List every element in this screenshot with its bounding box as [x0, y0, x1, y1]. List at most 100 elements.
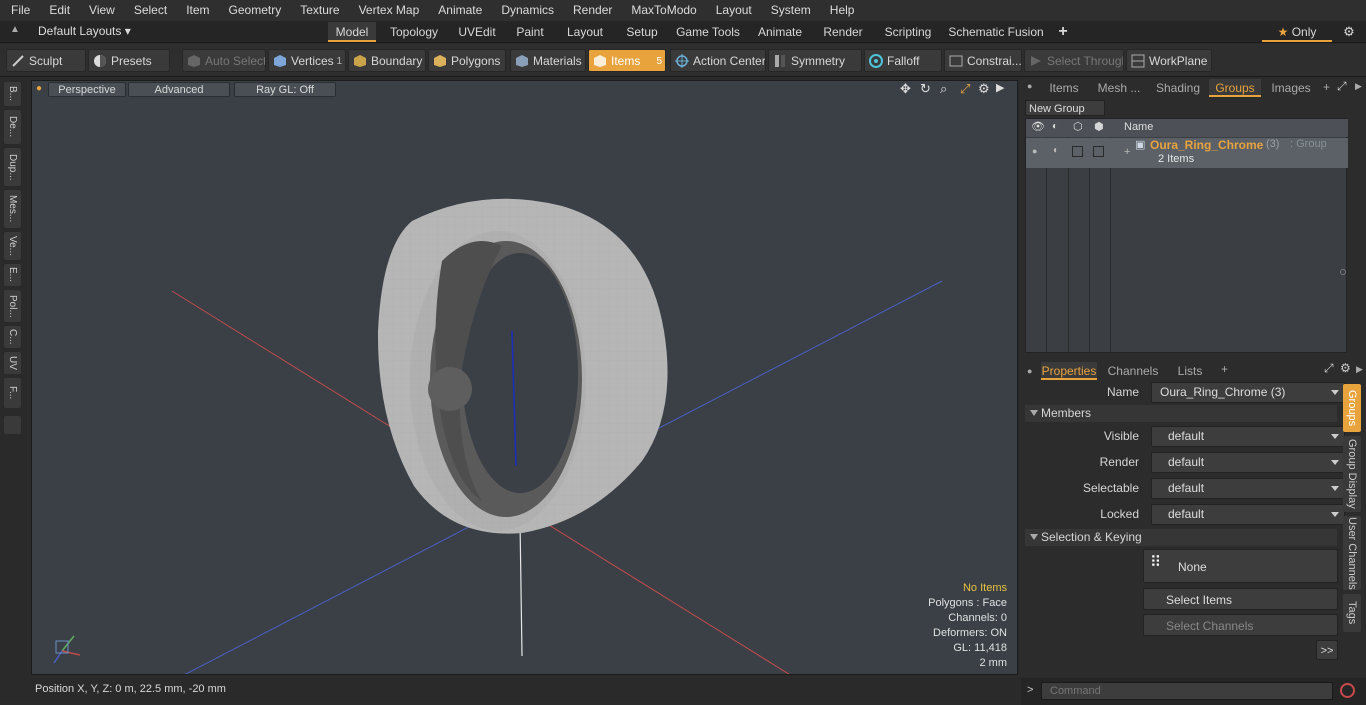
- menu-animate[interactable]: Animate: [427, 0, 490, 21]
- only-toggle[interactable]: ★ Only: [1262, 22, 1332, 42]
- menu-render[interactable]: Render: [562, 0, 620, 21]
- visible-dropdown[interactable]: default: [1151, 426, 1345, 447]
- add-tab-button[interactable]: +: [1052, 22, 1074, 42]
- add-panel-tab-icon[interactable]: +: [1323, 80, 1330, 94]
- tab-uvedit[interactable]: UVEdit: [452, 22, 502, 42]
- side-tab-tags[interactable]: Tags: [1343, 594, 1361, 632]
- new-group-button[interactable]: New Group: [1025, 100, 1105, 116]
- locked-dropdown[interactable]: default: [1151, 504, 1345, 525]
- row-render-icon[interactable]: ◐: [1053, 145, 1059, 156]
- tab-animate[interactable]: Animate: [750, 22, 810, 42]
- eye-icon[interactable]: 👁: [1031, 120, 1045, 133]
- left-tab-collapse[interactable]: [4, 416, 21, 434]
- left-tab-curve[interactable]: C...: [4, 326, 21, 348]
- keying-none-button[interactable]: ⠿ None: [1143, 549, 1338, 583]
- menu-file[interactable]: File: [0, 0, 38, 21]
- select-channels-button[interactable]: Select Channels: [1143, 614, 1338, 636]
- row-lock-checkbox[interactable]: [1072, 146, 1083, 157]
- left-tab-duplicate[interactable]: Dup...: [4, 148, 21, 186]
- tab-schematic-fusion[interactable]: Schematic Fusion: [946, 22, 1046, 42]
- tab-properties[interactable]: Properties: [1041, 362, 1097, 380]
- menu-dynamics[interactable]: Dynamics: [490, 0, 562, 21]
- constraints-button[interactable]: Constrai...: [944, 49, 1022, 72]
- auto-select-button[interactable]: Auto Select: [182, 49, 266, 72]
- tab-mesh[interactable]: Mesh ...: [1093, 79, 1145, 97]
- layout-dropdown[interactable]: Default Layouts ▾: [38, 24, 131, 38]
- tab-items[interactable]: Items: [1043, 79, 1085, 97]
- expand-props-icon[interactable]: ⤢: [1324, 361, 1334, 376]
- tab-lists[interactable]: Lists: [1169, 362, 1211, 380]
- up-arrow-icon[interactable]: ▲: [10, 24, 20, 35]
- props-gear-icon[interactable]: ⚙: [1340, 361, 1351, 375]
- tab-shading[interactable]: Shading: [1153, 79, 1203, 97]
- tab-render[interactable]: Render: [816, 22, 870, 42]
- name-column-header[interactable]: Name: [1124, 121, 1153, 133]
- menu-vertex-map[interactable]: Vertex Map: [348, 0, 428, 21]
- props-menu-icon[interactable]: ●: [1027, 366, 1032, 376]
- menu-system[interactable]: System: [760, 0, 819, 21]
- tab-channels[interactable]: Channels: [1105, 362, 1161, 380]
- select-items-button[interactable]: Select Items: [1143, 588, 1338, 610]
- vertices-button[interactable]: Vertices 1: [268, 49, 346, 72]
- menu-maxtomodo[interactable]: MaxToModo: [620, 0, 704, 21]
- side-tab-groups[interactable]: Groups: [1343, 384, 1361, 432]
- members-section[interactable]: Members: [1025, 405, 1337, 422]
- tab-topology[interactable]: Topology: [382, 22, 446, 42]
- workplane-button[interactable]: WorkPlane: [1126, 49, 1212, 72]
- menu-select[interactable]: Select: [123, 0, 175, 21]
- tab-scripting[interactable]: Scripting: [876, 22, 940, 42]
- materials-button[interactable]: Materials: [510, 49, 586, 72]
- add-props-tab-icon[interactable]: +: [1221, 362, 1228, 376]
- menu-layout[interactable]: Layout: [705, 0, 760, 21]
- lock-cube-icon[interactable]: ⬡: [1073, 120, 1083, 133]
- command-input[interactable]: [1041, 682, 1333, 700]
- left-tab-fusion[interactable]: F...: [4, 378, 21, 408]
- row-select-checkbox[interactable]: [1093, 146, 1104, 157]
- tab-model[interactable]: Model: [328, 22, 376, 42]
- menu-geometry[interactable]: Geometry: [218, 0, 290, 21]
- menu-texture[interactable]: Texture: [289, 0, 347, 21]
- more-button[interactable]: >>: [1316, 640, 1338, 660]
- selectable-dropdown[interactable]: default: [1151, 478, 1345, 499]
- left-tab-edge[interactable]: E...: [4, 264, 21, 286]
- side-tab-user-channels[interactable]: User Channels: [1343, 516, 1361, 590]
- props-arrow-icon[interactable]: ▶: [1356, 364, 1363, 375]
- group-row[interactable]: ● ◐ + ▣ Oura_Ring_Chrome (3) : Group 2 I…: [1026, 138, 1348, 168]
- menu-item[interactable]: Item: [175, 0, 217, 21]
- tab-setup[interactable]: Setup: [618, 22, 666, 42]
- menu-edit[interactable]: Edit: [38, 0, 78, 21]
- record-icon[interactable]: [1340, 683, 1355, 698]
- row-eye-icon[interactable]: ●: [1032, 146, 1037, 156]
- panel-menu-icon[interactable]: ●: [1027, 81, 1032, 91]
- left-tab-uv[interactable]: UV: [4, 352, 21, 374]
- select-through-button[interactable]: Select Through: [1024, 49, 1124, 72]
- tab-images[interactable]: Images: [1267, 79, 1315, 97]
- selection-keying-section[interactable]: Selection & Keying: [1025, 529, 1337, 546]
- left-tab-polygon[interactable]: Pol...: [4, 290, 21, 322]
- symmetry-button[interactable]: Symmetry: [768, 49, 862, 72]
- left-tab-basic[interactable]: B...: [4, 82, 21, 106]
- 3d-viewport[interactable]: ● Perspective Advanced Ray GL: Off ✥ ↻ ⌕…: [31, 80, 1018, 675]
- select-cube-icon[interactable]: ⬢: [1094, 120, 1104, 133]
- boundary-button[interactable]: Boundary: [348, 49, 426, 72]
- name-input[interactable]: Oura_Ring_Chrome (3): [1151, 382, 1345, 403]
- polygons-button[interactable]: Polygons: [428, 49, 506, 72]
- left-tab-mesh[interactable]: Mes...: [4, 190, 21, 228]
- menu-help[interactable]: Help: [819, 0, 863, 21]
- items-button[interactable]: Items 5: [588, 49, 666, 72]
- panel-arrow-icon[interactable]: ▶: [1355, 81, 1362, 92]
- menu-view[interactable]: View: [78, 0, 123, 21]
- tab-layout[interactable]: Layout: [558, 22, 612, 42]
- tab-groups[interactable]: Groups: [1209, 79, 1261, 97]
- left-tab-vertex[interactable]: Ve...: [4, 232, 21, 260]
- presets-button[interactable]: Presets: [88, 49, 170, 72]
- expand-panel-icon[interactable]: ⤢: [1337, 79, 1347, 94]
- render-dropdown[interactable]: default: [1151, 452, 1345, 473]
- tab-game-tools[interactable]: Game Tools: [672, 22, 744, 42]
- tab-paint[interactable]: Paint: [508, 22, 552, 42]
- render-icon[interactable]: ◐: [1052, 121, 1058, 132]
- scrollbar-handle[interactable]: [1340, 269, 1346, 275]
- falloff-button[interactable]: Falloff: [864, 49, 942, 72]
- left-tab-deform[interactable]: De...: [4, 110, 21, 144]
- side-tab-group-display[interactable]: Group Display: [1343, 436, 1361, 512]
